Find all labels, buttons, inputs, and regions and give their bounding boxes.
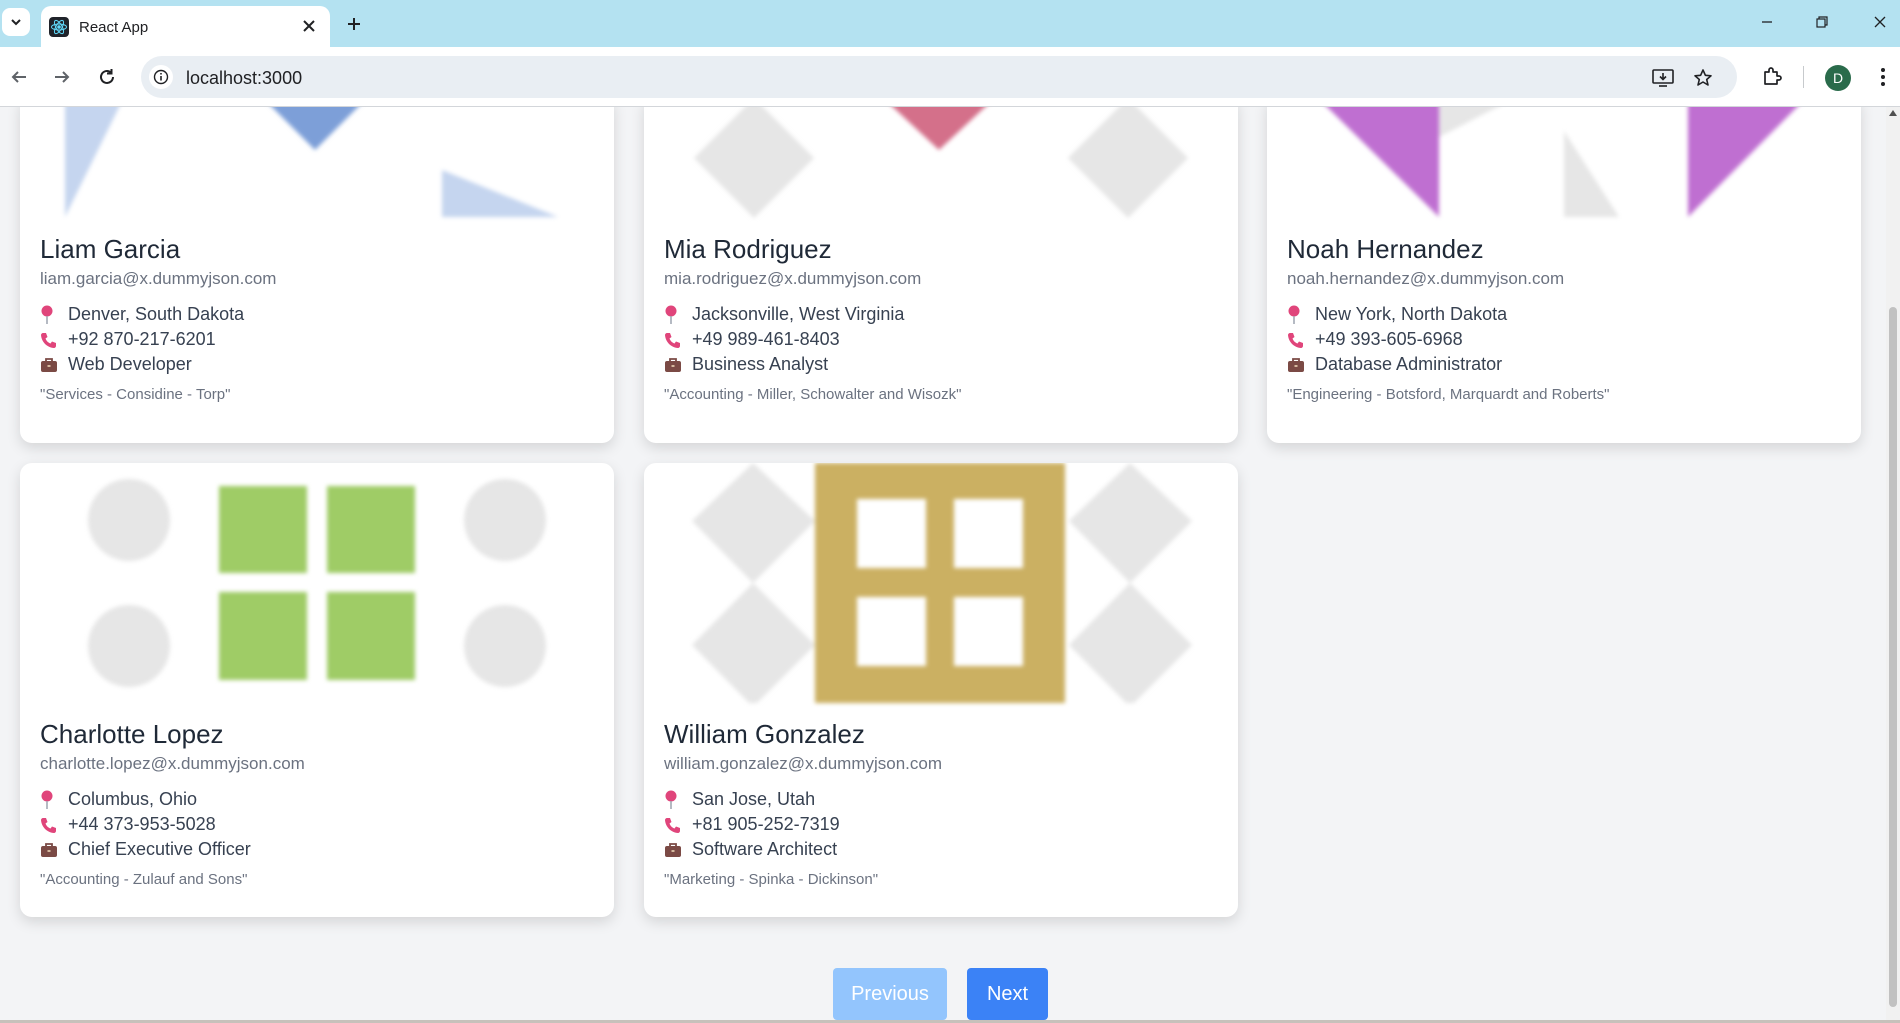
minimize-icon [1762,21,1772,23]
user-job-title: Business Analyst [692,354,829,374]
user-avatar-banner [20,463,614,703]
user-company: "Engineering - Botsford, Marquardt and R… [1287,386,1610,403]
arrow-left-icon [11,71,26,83]
forward-button[interactable] [47,62,77,92]
user-name: Charlotte Lopez [40,719,224,749]
user-avatar-banner [20,107,614,218]
previous-button[interactable]: Previous [833,968,947,1020]
extensions-button[interactable] [1757,62,1787,92]
user-phone: +49 989-461-8403 [692,329,840,349]
react-logo-icon [49,17,69,37]
briefcase-icon [664,354,692,376]
user-company: "Services - Considine - Torp" [40,386,231,403]
user-card: Charlotte Lopez charlotte.lopez@x.dummyj… [20,463,614,917]
user-location: Denver, South Dakota [68,304,245,324]
browser-tab[interactable]: React App [41,6,330,47]
browser-toolbar: localhost:3000 D [0,47,1900,107]
briefcase-icon [664,839,692,861]
user-avatar-banner [644,107,1238,218]
next-button[interactable]: Next [967,968,1048,1020]
location-pin-icon [40,304,68,326]
puzzle-icon [1764,67,1782,85]
plus-icon [348,18,360,30]
user-company: "Accounting - Miller, Schowalter and Wis… [664,386,962,403]
user-phone: +92 870-217-6201 [68,329,216,349]
location-pin-icon [664,789,692,811]
restore-icon [1816,16,1828,28]
toolbar-separator [1803,66,1804,88]
user-company: "Marketing - Spinka - Dickinson" [664,871,879,888]
close-tab-icon[interactable] [300,17,318,35]
user-location: San Jose, Utah [692,789,816,809]
restore-button[interactable] [1800,6,1844,38]
user-avatar-banner [1267,107,1861,218]
tab-search-button[interactable] [2,8,30,36]
tab-title: React App [79,19,149,36]
location-pin-icon [1287,304,1315,326]
phone-icon [40,329,68,351]
site-info-icon[interactable] [149,65,173,89]
user-name: Liam Garcia [40,234,181,264]
scrollbar-thumb[interactable] [1889,307,1897,1007]
phone-icon [40,814,68,836]
reload-button[interactable] [92,62,122,92]
user-email: mia.rodriguez@x.dummyjson.com [664,269,922,288]
more-vertical-icon [1881,68,1885,86]
browser-menu-button[interactable] [1868,62,1898,92]
new-tab-button[interactable] [340,10,368,38]
phone-icon [664,814,692,836]
user-company: "Accounting - Zulauf and Sons" [40,871,248,888]
user-location: Columbus, Ohio [68,789,198,809]
minimize-button[interactable] [1745,6,1789,38]
user-phone: +44 373-953-5028 [68,814,216,834]
user-card: William Gonzalez william.gonzalez@x.dumm… [644,463,1238,917]
close-icon [1874,16,1886,28]
phone-icon [664,329,692,351]
install-app-icon[interactable] [1650,65,1676,91]
back-button[interactable] [4,62,34,92]
user-job-title: Software Architect [692,839,838,859]
user-job-title: Web Developer [68,354,192,374]
briefcase-icon [40,354,68,376]
page-viewport: Liam Garcia liam.garcia@x.dummyjson.com … [0,107,1900,1023]
user-email: william.gonzalez@x.dummyjson.com [664,754,943,773]
user-email: charlotte.lopez@x.dummyjson.com [40,754,305,773]
location-pin-icon [664,304,692,326]
address-bar[interactable]: localhost:3000 [141,56,1737,98]
user-card: Liam Garcia liam.garcia@x.dummyjson.com … [20,107,614,443]
scroll-up-arrow-icon[interactable] [1889,110,1897,116]
url-text: localhost:3000 [186,68,303,88]
user-avatar-banner [644,463,1238,703]
user-phone: +81 905-252-7319 [692,814,840,834]
user-card: Noah Hernandez noah.hernandez@x.dummyjso… [1267,107,1861,443]
user-card: Mia Rodriguez mia.rodriguez@x.dummyjson.… [644,107,1238,443]
phone-icon [1287,329,1315,351]
user-name: Noah Hernandez [1287,234,1484,264]
user-name: Mia Rodriguez [664,234,832,264]
reload-icon [100,69,114,84]
bookmark-star-icon[interactable] [1690,65,1716,91]
arrow-right-icon [55,71,70,83]
profile-avatar[interactable]: D [1825,65,1851,91]
briefcase-icon [40,839,68,861]
user-location: New York, North Dakota [1315,304,1508,324]
user-location: Jacksonville, West Virginia [692,304,905,324]
user-name: William Gonzalez [664,719,865,749]
user-email: noah.hernandez@x.dummyjson.com [1287,269,1565,288]
user-phone: +49 393-605-6968 [1315,329,1463,349]
page-scrollbar[interactable] [1886,107,1900,1023]
user-job-title: Database Administrator [1315,354,1503,374]
user-email: liam.garcia@x.dummyjson.com [40,269,277,288]
close-window-button[interactable] [1858,6,1900,38]
user-job-title: Chief Executive Officer [68,839,251,859]
briefcase-icon [1287,354,1315,376]
browser-tab-strip: React App [0,0,1900,47]
pagination: Previous Next [0,968,1900,1023]
chevron-down-icon [11,19,21,26]
location-pin-icon [40,789,68,811]
